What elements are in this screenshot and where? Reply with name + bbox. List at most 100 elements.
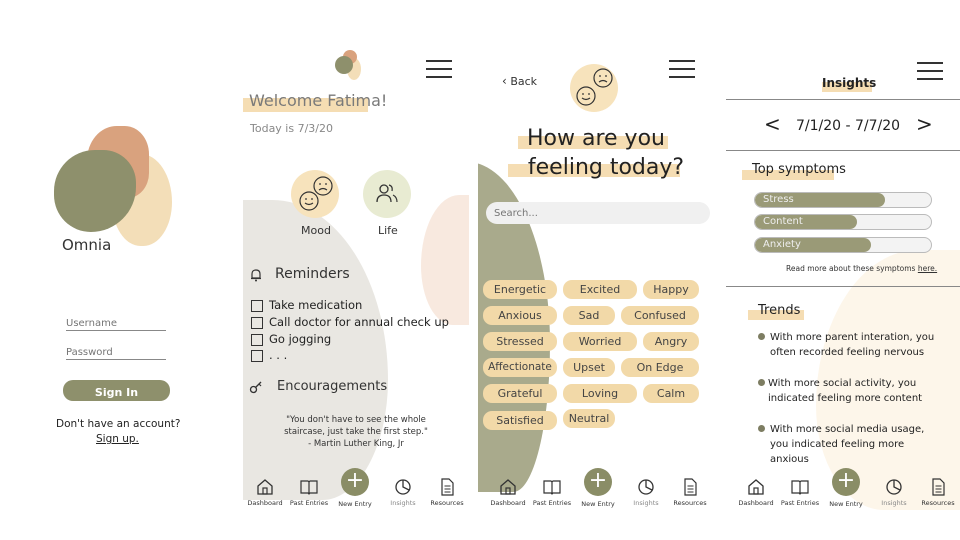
trend-line: With more social media usage, [770, 424, 925, 435]
sign-in-label: Sign In [94, 386, 139, 399]
symptom-label: Anxiety [763, 239, 801, 250]
mood-faces-icon [299, 176, 333, 211]
back-label: Back [510, 75, 538, 88]
bottom-nav: Dashboard Past Entries + New Entry Insig… [478, 468, 714, 518]
nav-insights[interactable]: Insights [872, 478, 916, 507]
plus-icon: + [584, 468, 612, 496]
nav-label: Dashboard [738, 499, 774, 507]
feeling-tag[interactable]: Grateful [483, 384, 557, 403]
feeling-tag[interactable]: Sad [563, 306, 615, 325]
next-week-button[interactable]: > [916, 112, 933, 136]
home-icon [500, 479, 516, 495]
feeling-tag[interactable]: Satisfied [483, 411, 557, 430]
prev-week-button[interactable]: < [764, 112, 781, 136]
nav-dashboard[interactable]: Dashboard [243, 478, 287, 507]
reminder-checkbox[interactable] [251, 300, 263, 312]
reminder-item: Go jogging [269, 332, 332, 346]
search-input[interactable] [486, 202, 710, 224]
life-button[interactable] [363, 170, 411, 218]
sign-up-link[interactable]: Sign up. [96, 433, 139, 445]
nav-new-entry[interactable]: + New Entry [333, 468, 377, 508]
book-icon [791, 480, 809, 495]
nav-past-entries[interactable]: Past Entries [287, 478, 331, 507]
mood-heading: How are you feeling today? [478, 124, 714, 182]
nav-resources[interactable]: Resources [916, 478, 960, 507]
reminder-checkbox[interactable] [251, 350, 263, 362]
nav-resources[interactable]: Resources [425, 478, 469, 507]
feeling-tag[interactable]: Worried [563, 332, 637, 351]
book-icon [300, 480, 318, 495]
reminders-title: Reminders [275, 266, 350, 282]
symptom-bar: Content [754, 214, 932, 230]
feeling-tag[interactable]: Loving [563, 384, 637, 403]
nav-resources[interactable]: Resources [668, 478, 712, 507]
nav-label: Past Entries [289, 499, 329, 507]
nav-label: Dashboard [247, 499, 283, 507]
pie-chart-icon [395, 479, 411, 495]
people-icon [376, 184, 398, 203]
reminder-checkbox[interactable] [251, 334, 263, 346]
nav-label: New Entry [829, 500, 863, 508]
document-icon [684, 478, 697, 496]
feeling-tag[interactable]: Upset [563, 358, 615, 377]
feeling-tag[interactable]: Happy [643, 280, 699, 299]
nav-new-entry[interactable]: + New Entry [576, 468, 620, 508]
quote-text: "You don't have to see the whole stairca… [243, 414, 469, 450]
menu-icon[interactable] [669, 60, 695, 80]
bg-shape-grey [243, 200, 388, 500]
feeling-tag[interactable]: Excited [563, 280, 637, 299]
username-field[interactable] [66, 316, 166, 331]
feeling-tag[interactable]: Stressed [483, 332, 557, 351]
page-title: Insights [822, 76, 877, 90]
nav-new-entry[interactable]: + New Entry [824, 468, 868, 508]
divider [726, 150, 960, 151]
nav-label: New Entry [338, 500, 372, 508]
symptom-bar: Stress [754, 192, 932, 208]
back-button[interactable]: ‹ Back [502, 74, 537, 88]
chevron-left-icon: ‹ [502, 74, 507, 88]
heading-line: How are you [527, 126, 665, 151]
plus-icon: + [832, 468, 860, 496]
home-icon [257, 479, 273, 495]
mood-button[interactable] [291, 170, 339, 218]
home-icon [748, 479, 764, 495]
sign-in-button[interactable]: Sign In [63, 380, 170, 401]
feeling-tag[interactable]: On Edge [621, 358, 699, 377]
read-more-link[interactable]: here. [918, 264, 937, 273]
mood-screen: ‹ Back How are you feeling today? Energe… [478, 0, 714, 540]
feeling-tag[interactable]: Calm [643, 384, 699, 403]
top-symptoms-title: Top symptoms [752, 162, 846, 177]
feeling-tag[interactable]: Anxious [483, 306, 557, 325]
nav-insights[interactable]: Insights [381, 478, 425, 507]
feeling-tag[interactable]: Energetic [483, 280, 557, 299]
menu-icon[interactable] [917, 62, 943, 82]
plus-icon: + [341, 468, 369, 496]
nav-label: Past Entries [780, 499, 820, 507]
insights-screen: Insights < 7/1/20 - 7/7/20 > Top symptom… [726, 0, 960, 540]
document-icon [441, 478, 454, 496]
feeling-tag[interactable]: Angry [643, 332, 699, 351]
nav-insights[interactable]: Insights [624, 478, 668, 507]
reminder-item: . . . [269, 348, 288, 362]
nav-past-entries[interactable]: Past Entries [778, 478, 822, 507]
quote-line: staircase, just take the first step." [284, 427, 428, 437]
menu-icon[interactable] [426, 60, 452, 80]
password-field[interactable] [66, 345, 166, 360]
symptom-bar: Anxiety [754, 237, 932, 253]
feeling-tag[interactable]: Confused [621, 306, 699, 325]
nav-past-entries[interactable]: Past Entries [530, 478, 574, 507]
reminder-checkbox[interactable] [251, 317, 263, 329]
symptom-label: Stress [763, 194, 794, 205]
nav-label: Past Entries [532, 499, 572, 507]
read-more-text: Read more about these symptoms here. [786, 264, 937, 273]
feeling-tag[interactable]: Affectionate [483, 358, 557, 377]
login-screen: Omnia Sign In Don't have an account? Sig… [0, 0, 240, 540]
nav-label: Resources [673, 499, 707, 507]
trend-line: often recorded feeling nervous [770, 347, 925, 358]
read-more-label: Read more about these symptoms [786, 264, 916, 273]
mood-faces-icon [576, 68, 613, 106]
nav-dashboard[interactable]: Dashboard [486, 478, 530, 507]
bell-icon [251, 269, 261, 282]
nav-dashboard[interactable]: Dashboard [734, 478, 778, 507]
feeling-tag[interactable]: Neutral [563, 409, 615, 428]
